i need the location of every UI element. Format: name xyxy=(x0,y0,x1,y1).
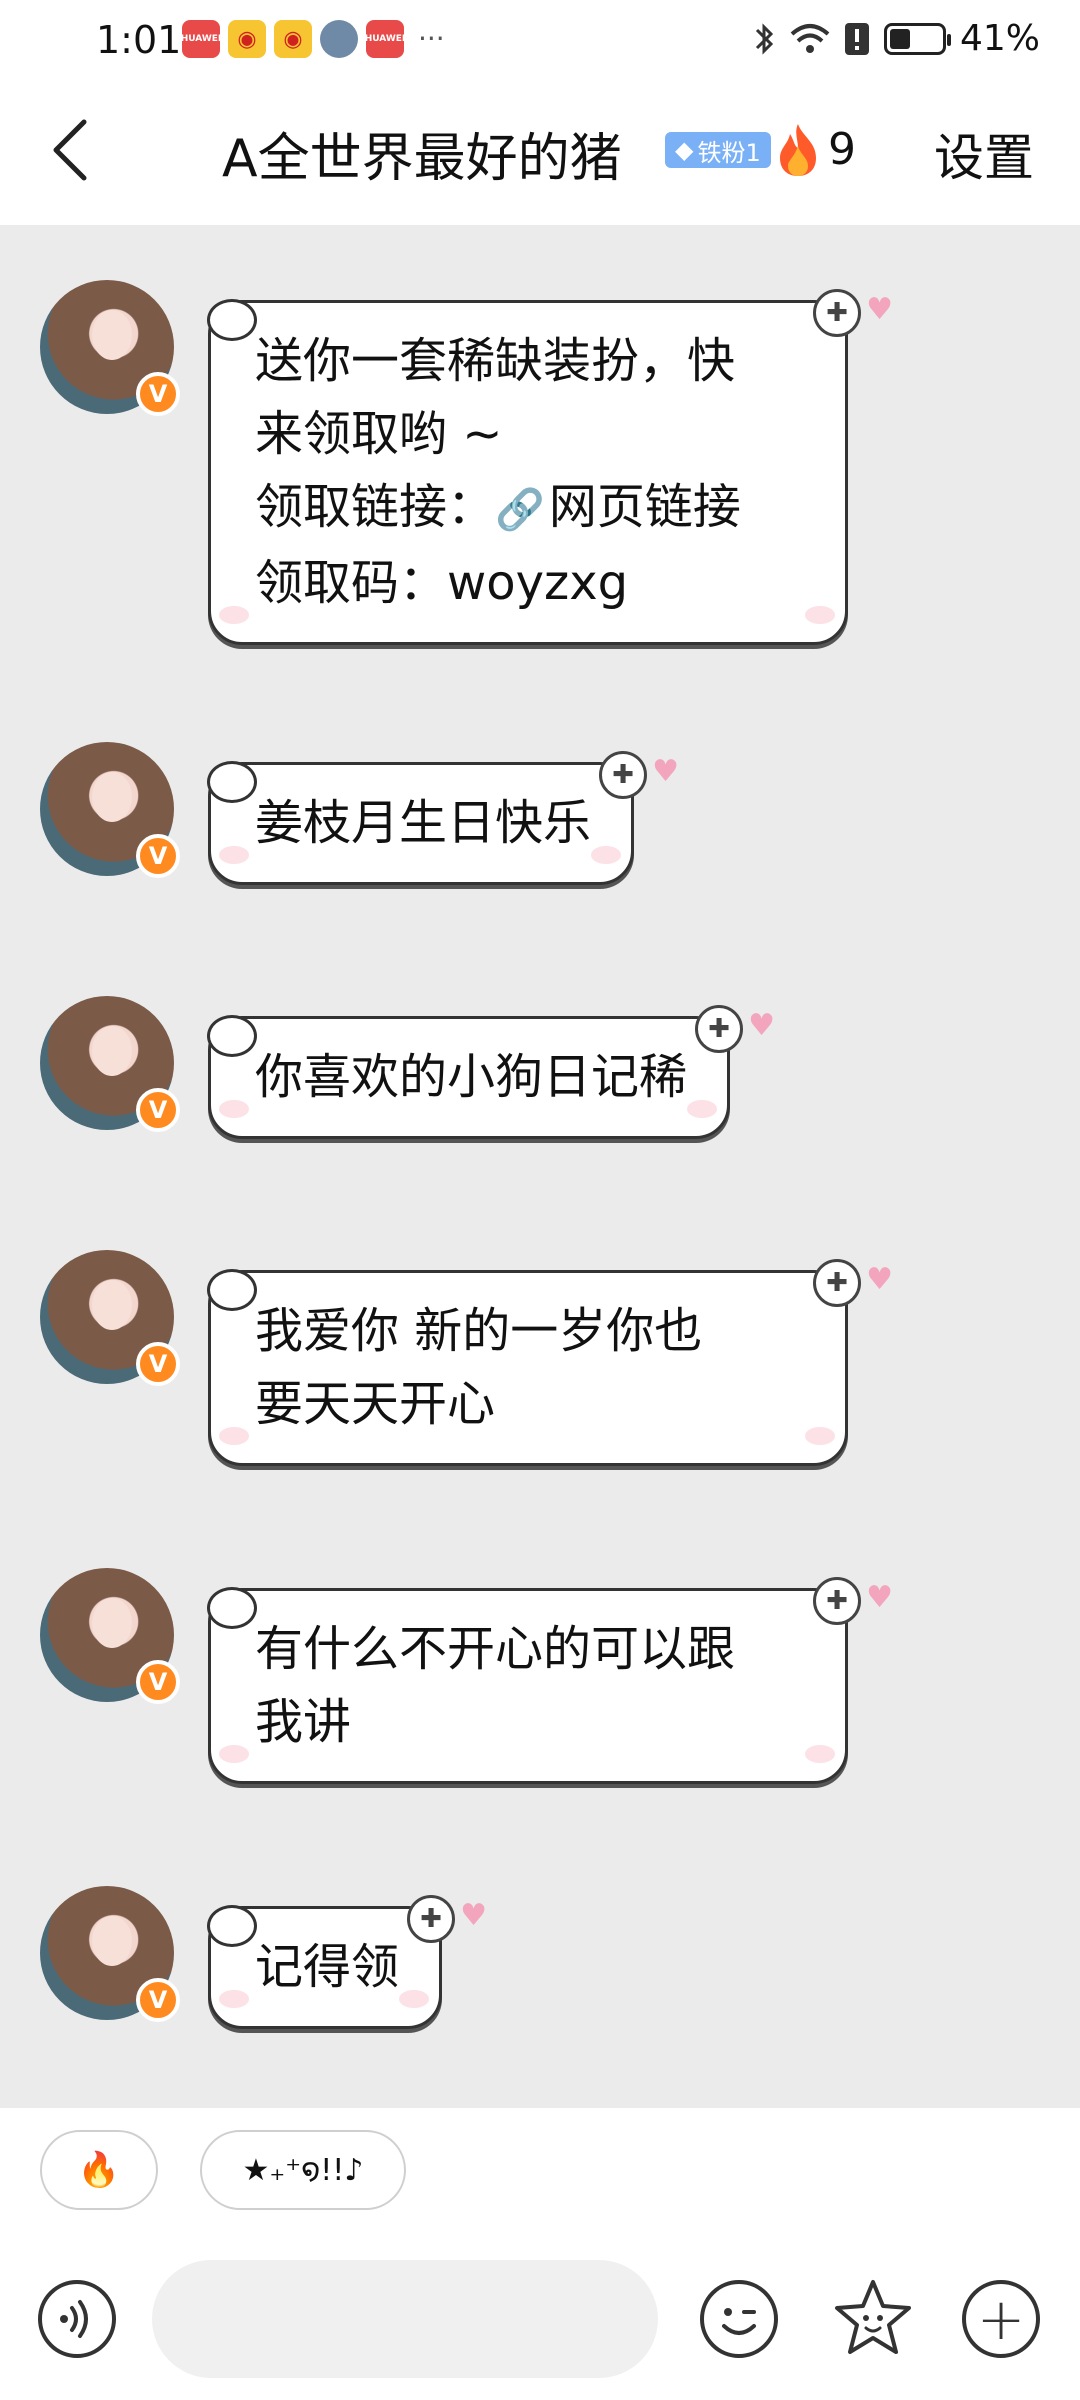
message-text-line: 姜枝月生日快乐 xyxy=(255,795,592,851)
avatar[interactable]: V xyxy=(40,1886,180,2022)
battery-icon xyxy=(883,22,951,55)
message-text-line: 送你一套稀缺装扮，快 xyxy=(255,333,736,389)
heart-decoration-icon: ♥ xyxy=(866,1580,893,1615)
message-bubble[interactable]: ✚ ♥ 姜枝月生日快乐 xyxy=(206,751,679,885)
heart-decoration-icon: ♥ xyxy=(866,292,893,327)
emoji-button[interactable] xyxy=(700,2280,778,2358)
message-text-line: 我讲 xyxy=(255,1694,352,1750)
smiley-face-icon xyxy=(722,2308,756,2335)
notification-icons: HUAWEI ◉ ◉ HUAWEI ··· xyxy=(181,20,445,58)
bandage-decoration-icon: ✚ xyxy=(407,1895,456,1943)
diamond-icon: ◆ xyxy=(675,136,694,164)
avatar[interactable]: V xyxy=(40,742,180,878)
message-text-line: 有什么不开心的可以跟 xyxy=(255,1621,736,1677)
heart-decoration-icon: ♥ xyxy=(460,1898,488,1933)
input-bar: + xyxy=(0,2238,1080,2400)
verified-badge-icon: V xyxy=(136,834,180,878)
message-text-line: 要天天开心 xyxy=(255,1376,496,1432)
fire-count: 9 xyxy=(828,124,856,175)
weibo-icon: ◉ xyxy=(274,20,312,58)
battery-level xyxy=(889,28,911,49)
chat-message-list[interactable]: V ✚ ♥ 送你一套稀缺装扮，快 来领取哟 ~ 领取链接：🔗网页链接 领取码：w… xyxy=(0,225,1080,2105)
quick-reply-fire[interactable]: 🔥 xyxy=(40,2130,158,2210)
weibo-icon: ◉ xyxy=(228,20,266,58)
message-bubble[interactable]: ✚ ♥ 我爱你 新的一岁你也 要天天开心 xyxy=(207,1259,893,1466)
status-time: 1:01 xyxy=(96,18,182,62)
huawei-appgallery-icon: HUAWEI xyxy=(365,20,405,58)
sticker-button[interactable] xyxy=(830,2276,916,2362)
fan-badge-label: 铁粉1 xyxy=(697,138,761,167)
wifi-icon xyxy=(790,23,830,53)
verified-badge-icon: V xyxy=(136,1978,180,2022)
quick-reply-sparkle[interactable]: ★₊⁺໑!!♪ xyxy=(200,2130,406,2210)
battery-percent: 41% xyxy=(959,18,1040,59)
heart-decoration-icon: ♥ xyxy=(652,754,680,789)
voice-wave-icon xyxy=(60,2300,88,2338)
avatar[interactable]: V xyxy=(40,280,180,416)
message-bubble[interactable]: ✚ ♥ 你喜欢的小狗日记稀 xyxy=(206,1005,775,1139)
fan-level-badge: ◆ 铁粉1 xyxy=(665,132,771,168)
message-bubble[interactable]: ✚ ♥ 记得领 xyxy=(206,1895,487,2029)
huawei-appgallery-icon: HUAWEI xyxy=(181,20,221,58)
message-input[interactable] xyxy=(152,2260,658,2378)
message-bubble[interactable]: ✚ ♥ 有什么不开心的可以跟 我讲 xyxy=(207,1577,893,1784)
avatar[interactable]: V xyxy=(40,996,180,1132)
verified-badge-icon: V xyxy=(136,1342,180,1386)
bandage-decoration-icon: ✚ xyxy=(695,1005,744,1053)
voice-input-button[interactable] xyxy=(38,2280,116,2358)
heart-decoration-icon: ♥ xyxy=(866,1262,893,1297)
bandage-decoration-icon: ✚ xyxy=(813,1577,861,1625)
star-face-icon xyxy=(835,2280,911,2354)
message-text-line: 记得领 xyxy=(255,1939,400,1995)
more-notifications-icon: ··· xyxy=(418,22,445,55)
status-bar: 1:01 HUAWEI ◉ ◉ HUAWEI ··· 41% xyxy=(0,0,1080,80)
avatar[interactable]: V xyxy=(40,1250,180,1386)
heart-decoration-icon: ♥ xyxy=(748,1008,776,1043)
fire-icon xyxy=(780,124,816,176)
verified-badge-icon: V xyxy=(136,372,180,416)
bandage-decoration-icon: ✚ xyxy=(813,289,861,337)
message-bubble[interactable]: ✚ ♥ 送你一套稀缺装扮，快 来领取哟 ~ 领取链接：🔗网页链接 领取码：woy… xyxy=(207,289,893,645)
message-text-line: 来领取哟 ~ xyxy=(255,406,503,462)
bluetooth-icon xyxy=(755,22,774,55)
quick-reply-bar: 🔥 ★₊⁺໑!!♪ xyxy=(0,2108,1080,2238)
chevron-left-icon xyxy=(53,119,87,181)
link-icon: 🔗 xyxy=(495,487,545,533)
add-more-button[interactable]: + xyxy=(962,2280,1040,2358)
verified-badge-icon: V xyxy=(136,1660,180,1704)
contact-avatar-icon xyxy=(320,20,358,58)
bandage-decoration-icon: ✚ xyxy=(813,1259,861,1307)
chat-title[interactable]: A全世界最好的猪 xyxy=(222,116,622,191)
back-button[interactable] xyxy=(30,110,110,190)
avatar[interactable]: V xyxy=(40,1568,180,1704)
plus-icon: + xyxy=(976,2285,1026,2353)
sim-alert-icon xyxy=(844,22,869,55)
verified-badge-icon: V xyxy=(136,1088,180,1132)
chat-header: A全世界最好的猪 ◆ 铁粉1 9 设置 xyxy=(0,80,1080,225)
system-icons: 41% xyxy=(754,18,1040,59)
bandage-decoration-icon: ✚ xyxy=(599,751,648,799)
settings-button[interactable]: 设置 xyxy=(934,118,1034,190)
web-link[interactable]: 网页链接 xyxy=(549,479,741,535)
message-text-line: 领取码：woyzxg xyxy=(255,555,629,611)
message-text-line: 你喜欢的小狗日记稀 xyxy=(255,1049,688,1105)
message-text-line: 领取链接：🔗网页链接 xyxy=(255,479,741,535)
message-text-line: 我爱你 新的一岁你也 xyxy=(255,1303,703,1359)
